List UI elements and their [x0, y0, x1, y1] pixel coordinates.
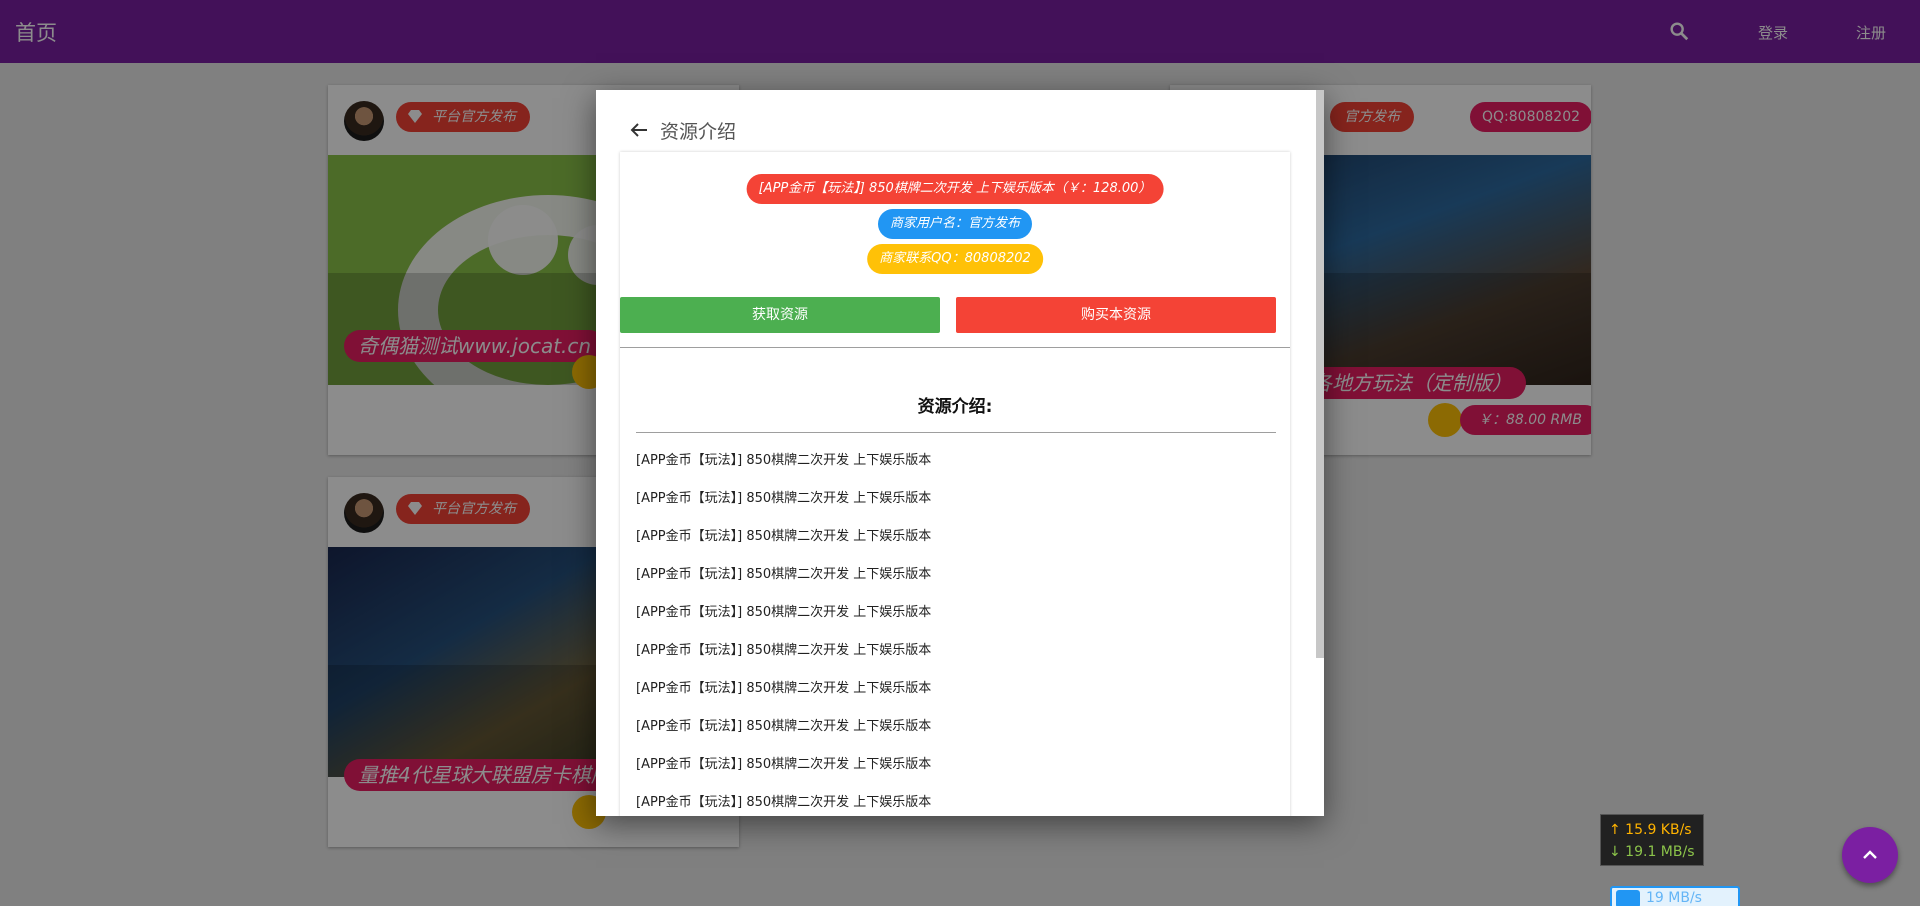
- divider: [620, 347, 1290, 348]
- download-widget-speed: 19 MB/s: [1646, 890, 1702, 906]
- intro-line: [APP金币【玩法】] 850棋牌二次开发 上下娱乐版本: [636, 681, 932, 696]
- intro-heading: 资源介绍:: [917, 397, 993, 417]
- arrow-left-icon[interactable]: [629, 120, 649, 140]
- intro-line: [APP金币【玩法】] 850棋牌二次开发 上下娱乐版本: [636, 605, 932, 620]
- intro-line: [APP金币【玩法】] 850棋牌二次开发 上下娱乐版本: [636, 567, 932, 582]
- resource-title-badge: [APP金币【玩法】] 850棋牌二次开发 上下娱乐版本（￥：128.00）: [746, 174, 1164, 204]
- dialog-body: [APP金币【玩法】] 850棋牌二次开发 上下娱乐版本（￥：128.00） 商…: [620, 152, 1290, 816]
- upload-speed: ↑ 15.9 KB/s: [1609, 822, 1692, 838]
- back-to-top-button[interactable]: [1842, 827, 1898, 883]
- dialog-title: 资源介绍: [660, 121, 737, 143]
- merchant-qq-badge: 商家联系QQ：80808202: [867, 244, 1043, 274]
- merchant-badge: 商家用户名：官方发布: [877, 209, 1033, 239]
- intro-line: [APP金币【玩法】] 850棋牌二次开发 上下娱乐版本: [636, 643, 932, 658]
- network-speed-widget: ↑ 15.9 KB/s ↓ 19.1 MB/s: [1600, 814, 1704, 866]
- download-widget: 19 MB/s: [1610, 886, 1740, 906]
- intro-list: [APP金币【玩法】] 850棋牌二次开发 上下娱乐版本 [APP金币【玩法】]…: [636, 452, 931, 816]
- intro-line: [APP金币【玩法】] 850棋牌二次开发 上下娱乐版本: [636, 491, 932, 506]
- intro-line: [APP金币【玩法】] 850棋牌二次开发 上下娱乐版本: [636, 453, 932, 468]
- resource-dialog: 资源介绍 [APP金币【玩法】] 850棋牌二次开发 上下娱乐版本（￥：128.…: [596, 90, 1324, 816]
- intro-line: [APP金币【玩法】] 850棋牌二次开发 上下娱乐版本: [636, 795, 932, 810]
- intro-line: [APP金币【玩法】] 850棋牌二次开发 上下娱乐版本: [636, 719, 932, 734]
- divider: [636, 432, 1276, 433]
- dialog-scrollbar[interactable]: [1316, 90, 1324, 658]
- intro-line: [APP金币【玩法】] 850棋牌二次开发 上下娱乐版本: [636, 757, 932, 772]
- download-speed: ↓ 19.1 MB/s: [1609, 844, 1695, 860]
- chevron-up-icon: [1863, 850, 1877, 859]
- dialog-header: 资源介绍: [596, 90, 1324, 150]
- buy-resource-button[interactable]: 购买本资源: [956, 297, 1276, 333]
- download-icon: [1616, 890, 1640, 906]
- get-resource-button[interactable]: 获取资源: [620, 297, 940, 333]
- intro-line: [APP金币【玩法】] 850棋牌二次开发 上下娱乐版本: [636, 529, 932, 544]
